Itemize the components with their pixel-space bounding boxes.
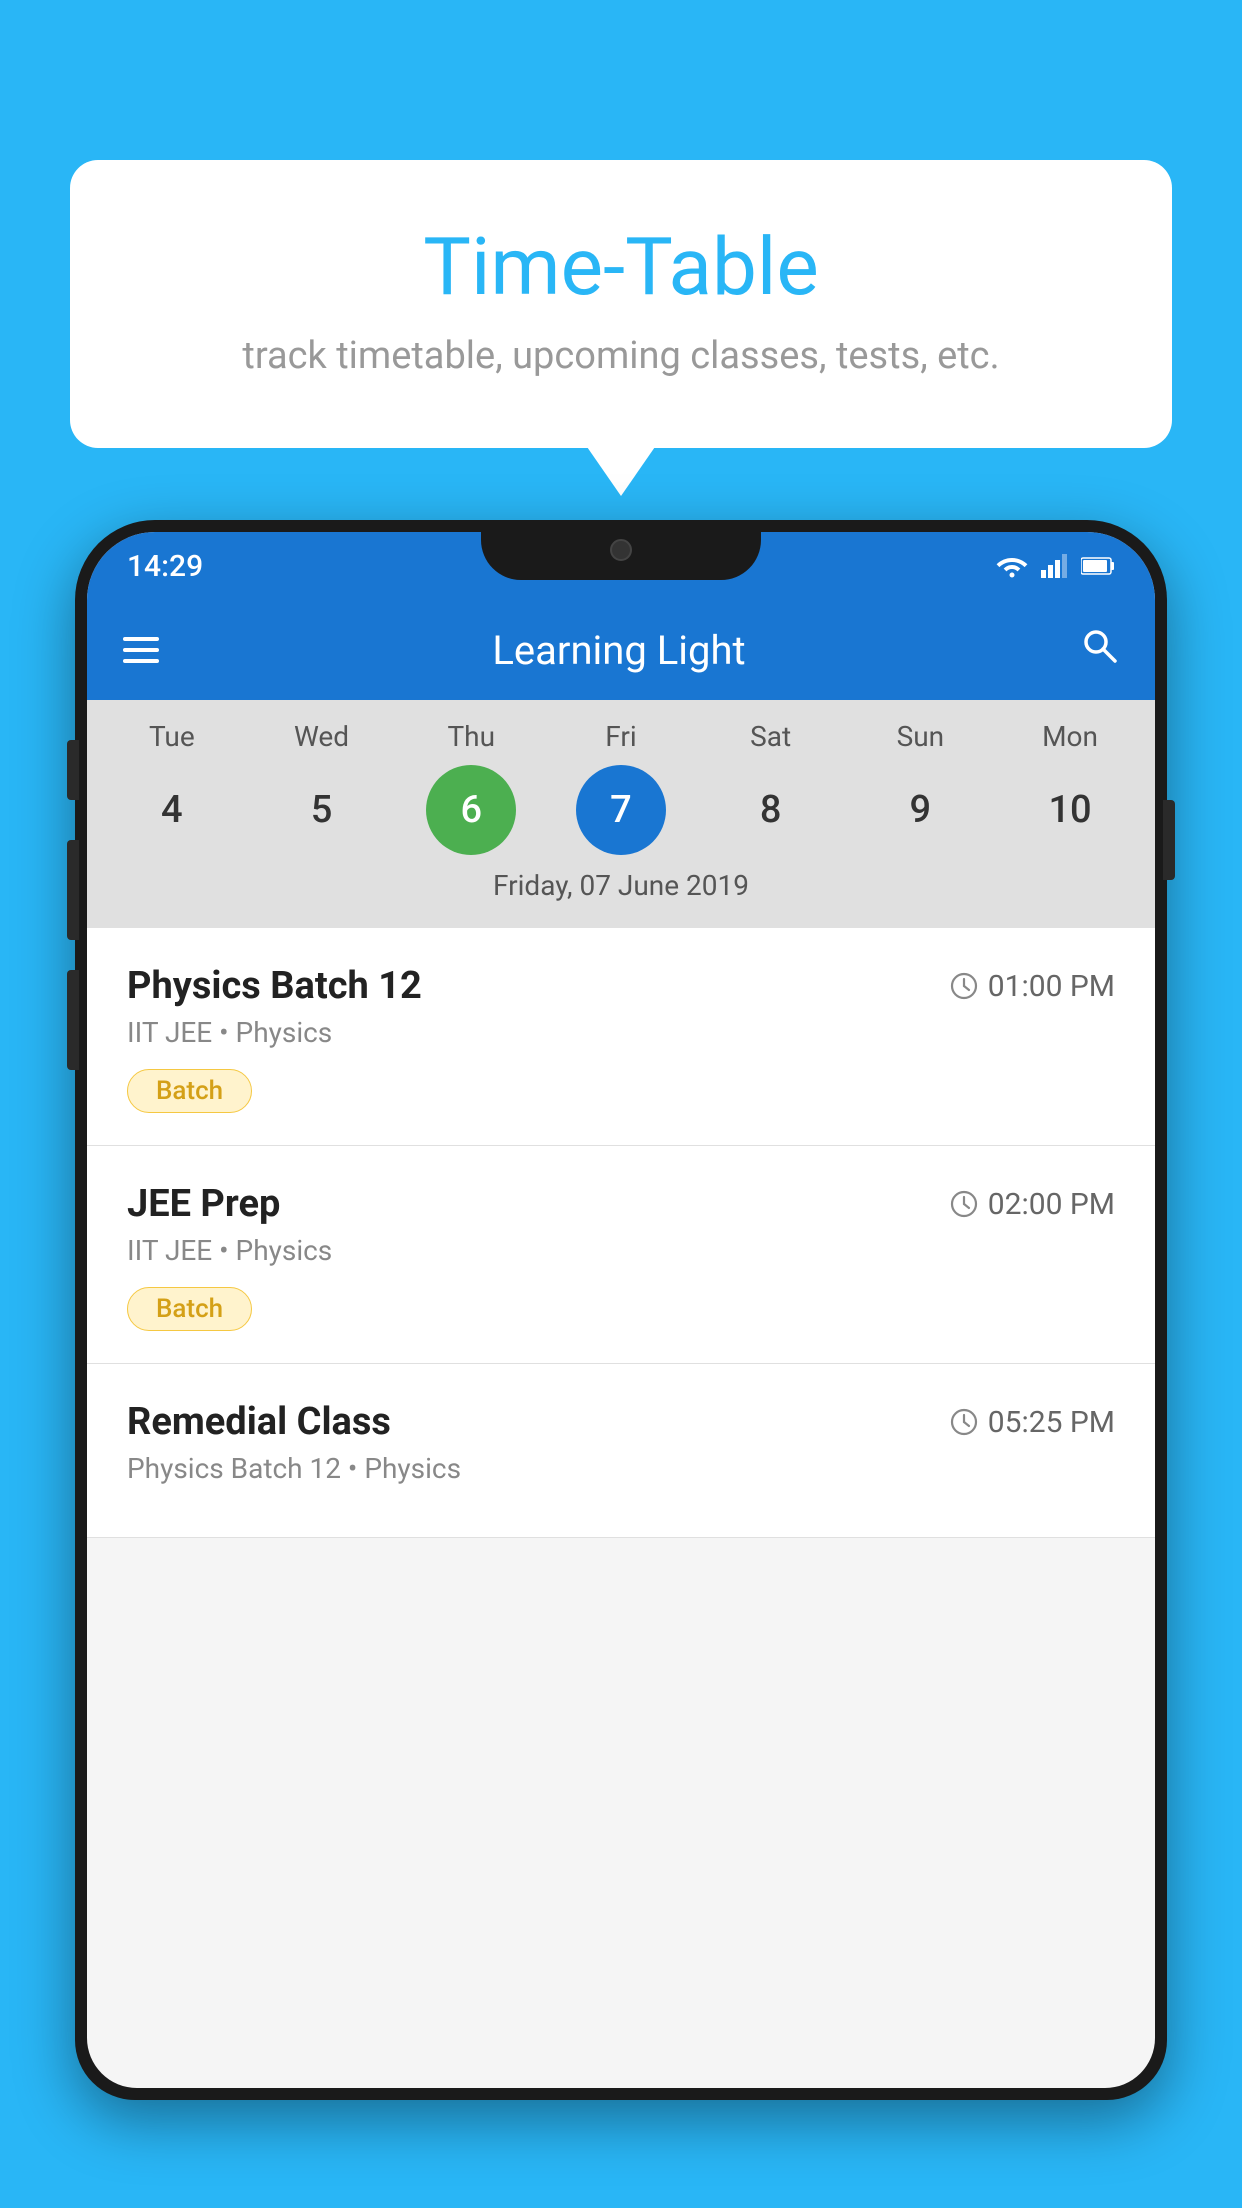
class-subject: IIT JEE • Physics: [127, 1016, 1115, 1049]
day-number[interactable]: 4: [127, 765, 217, 855]
class-name: Remedial Class: [127, 1400, 391, 1444]
class-item-top: JEE Prep 02:00 PM: [127, 1182, 1115, 1226]
day-header-label: Wed: [277, 720, 367, 753]
batch-badge: Batch: [127, 1287, 252, 1331]
silent-button: [67, 740, 79, 800]
day-number[interactable]: 5: [277, 765, 367, 855]
signal-icon: [1041, 554, 1069, 578]
toolbar-title: Learning Light: [159, 627, 1079, 674]
clock-icon: [950, 1408, 978, 1436]
class-list-item[interactable]: JEE Prep 02:00 PM IIT JEE • Physics Batc…: [87, 1146, 1155, 1364]
day-number[interactable]: 7: [576, 765, 666, 855]
class-item-top: Physics Batch 12 01:00 PM: [127, 964, 1115, 1008]
bubble-title: Time-Table: [150, 220, 1092, 314]
day-header-label: Tue: [127, 720, 217, 753]
app-toolbar: Learning Light: [87, 600, 1155, 700]
phone-frame: 14:29: [75, 520, 1167, 2100]
hamburger-menu-button[interactable]: [123, 637, 159, 663]
day-header-label: Mon: [1025, 720, 1115, 753]
class-item-top: Remedial Class 05:25 PM: [127, 1400, 1115, 1444]
day-numbers: 456789 10: [87, 765, 1155, 855]
class-time: 01:00 PM: [950, 969, 1115, 1004]
phone-screen: 14:29: [87, 532, 1155, 2088]
day-header-label: Sun: [875, 720, 965, 753]
day-headers: Tue Wed Thu Fri Sat Sun Mon: [87, 720, 1155, 753]
class-time: 05:25 PM: [950, 1405, 1115, 1440]
speech-bubble: Time-Table track timetable, upcoming cla…: [70, 160, 1172, 448]
day-number[interactable]: 6: [426, 765, 516, 855]
day-header-label: Fri: [576, 720, 666, 753]
selected-date-label: Friday, 07 June 2019: [87, 855, 1155, 918]
volume-up-button: [67, 840, 79, 940]
class-list: Physics Batch 12 01:00 PM IIT JEE • Phys…: [87, 928, 1155, 1538]
phone-container: 14:29: [75, 520, 1167, 2208]
day-number[interactable]: 10: [1025, 765, 1115, 855]
speech-bubble-container: Time-Table track timetable, upcoming cla…: [70, 160, 1172, 448]
class-list-item[interactable]: Remedial Class 05:25 PM Physics Batch 12…: [87, 1364, 1155, 1538]
class-name: Physics Batch 12: [127, 964, 422, 1008]
class-time: 02:00 PM: [950, 1187, 1115, 1222]
search-icon[interactable]: [1079, 625, 1119, 675]
hamburger-line-1: [123, 637, 159, 641]
phone-notch: [481, 520, 761, 580]
calendar-strip: Tue Wed Thu Fri Sat Sun Mon 456789 10 Friday, 0…: [87, 700, 1155, 928]
status-icons: [995, 554, 1115, 578]
wifi-icon: [995, 554, 1029, 578]
hamburger-line-2: [123, 648, 159, 652]
day-header-label: Sat: [726, 720, 816, 753]
clock-icon: [950, 972, 978, 1000]
day-header-label: Thu: [426, 720, 516, 753]
class-name: JEE Prep: [127, 1182, 280, 1226]
volume-down-button: [67, 970, 79, 1070]
class-list-item[interactable]: Physics Batch 12 01:00 PM IIT JEE • Phys…: [87, 928, 1155, 1146]
day-number[interactable]: 8: [726, 765, 816, 855]
hamburger-line-3: [123, 659, 159, 663]
power-button: [1163, 800, 1175, 880]
day-number[interactable]: 9: [875, 765, 965, 855]
status-time: 14:29: [127, 549, 203, 584]
clock-icon: [950, 1190, 978, 1218]
battery-icon: [1081, 556, 1115, 576]
batch-badge: Batch: [127, 1069, 252, 1113]
bubble-subtitle: track timetable, upcoming classes, tests…: [150, 334, 1092, 378]
class-subject: Physics Batch 12 • Physics: [127, 1452, 1115, 1485]
class-subject: IIT JEE • Physics: [127, 1234, 1115, 1267]
front-camera: [610, 539, 632, 561]
